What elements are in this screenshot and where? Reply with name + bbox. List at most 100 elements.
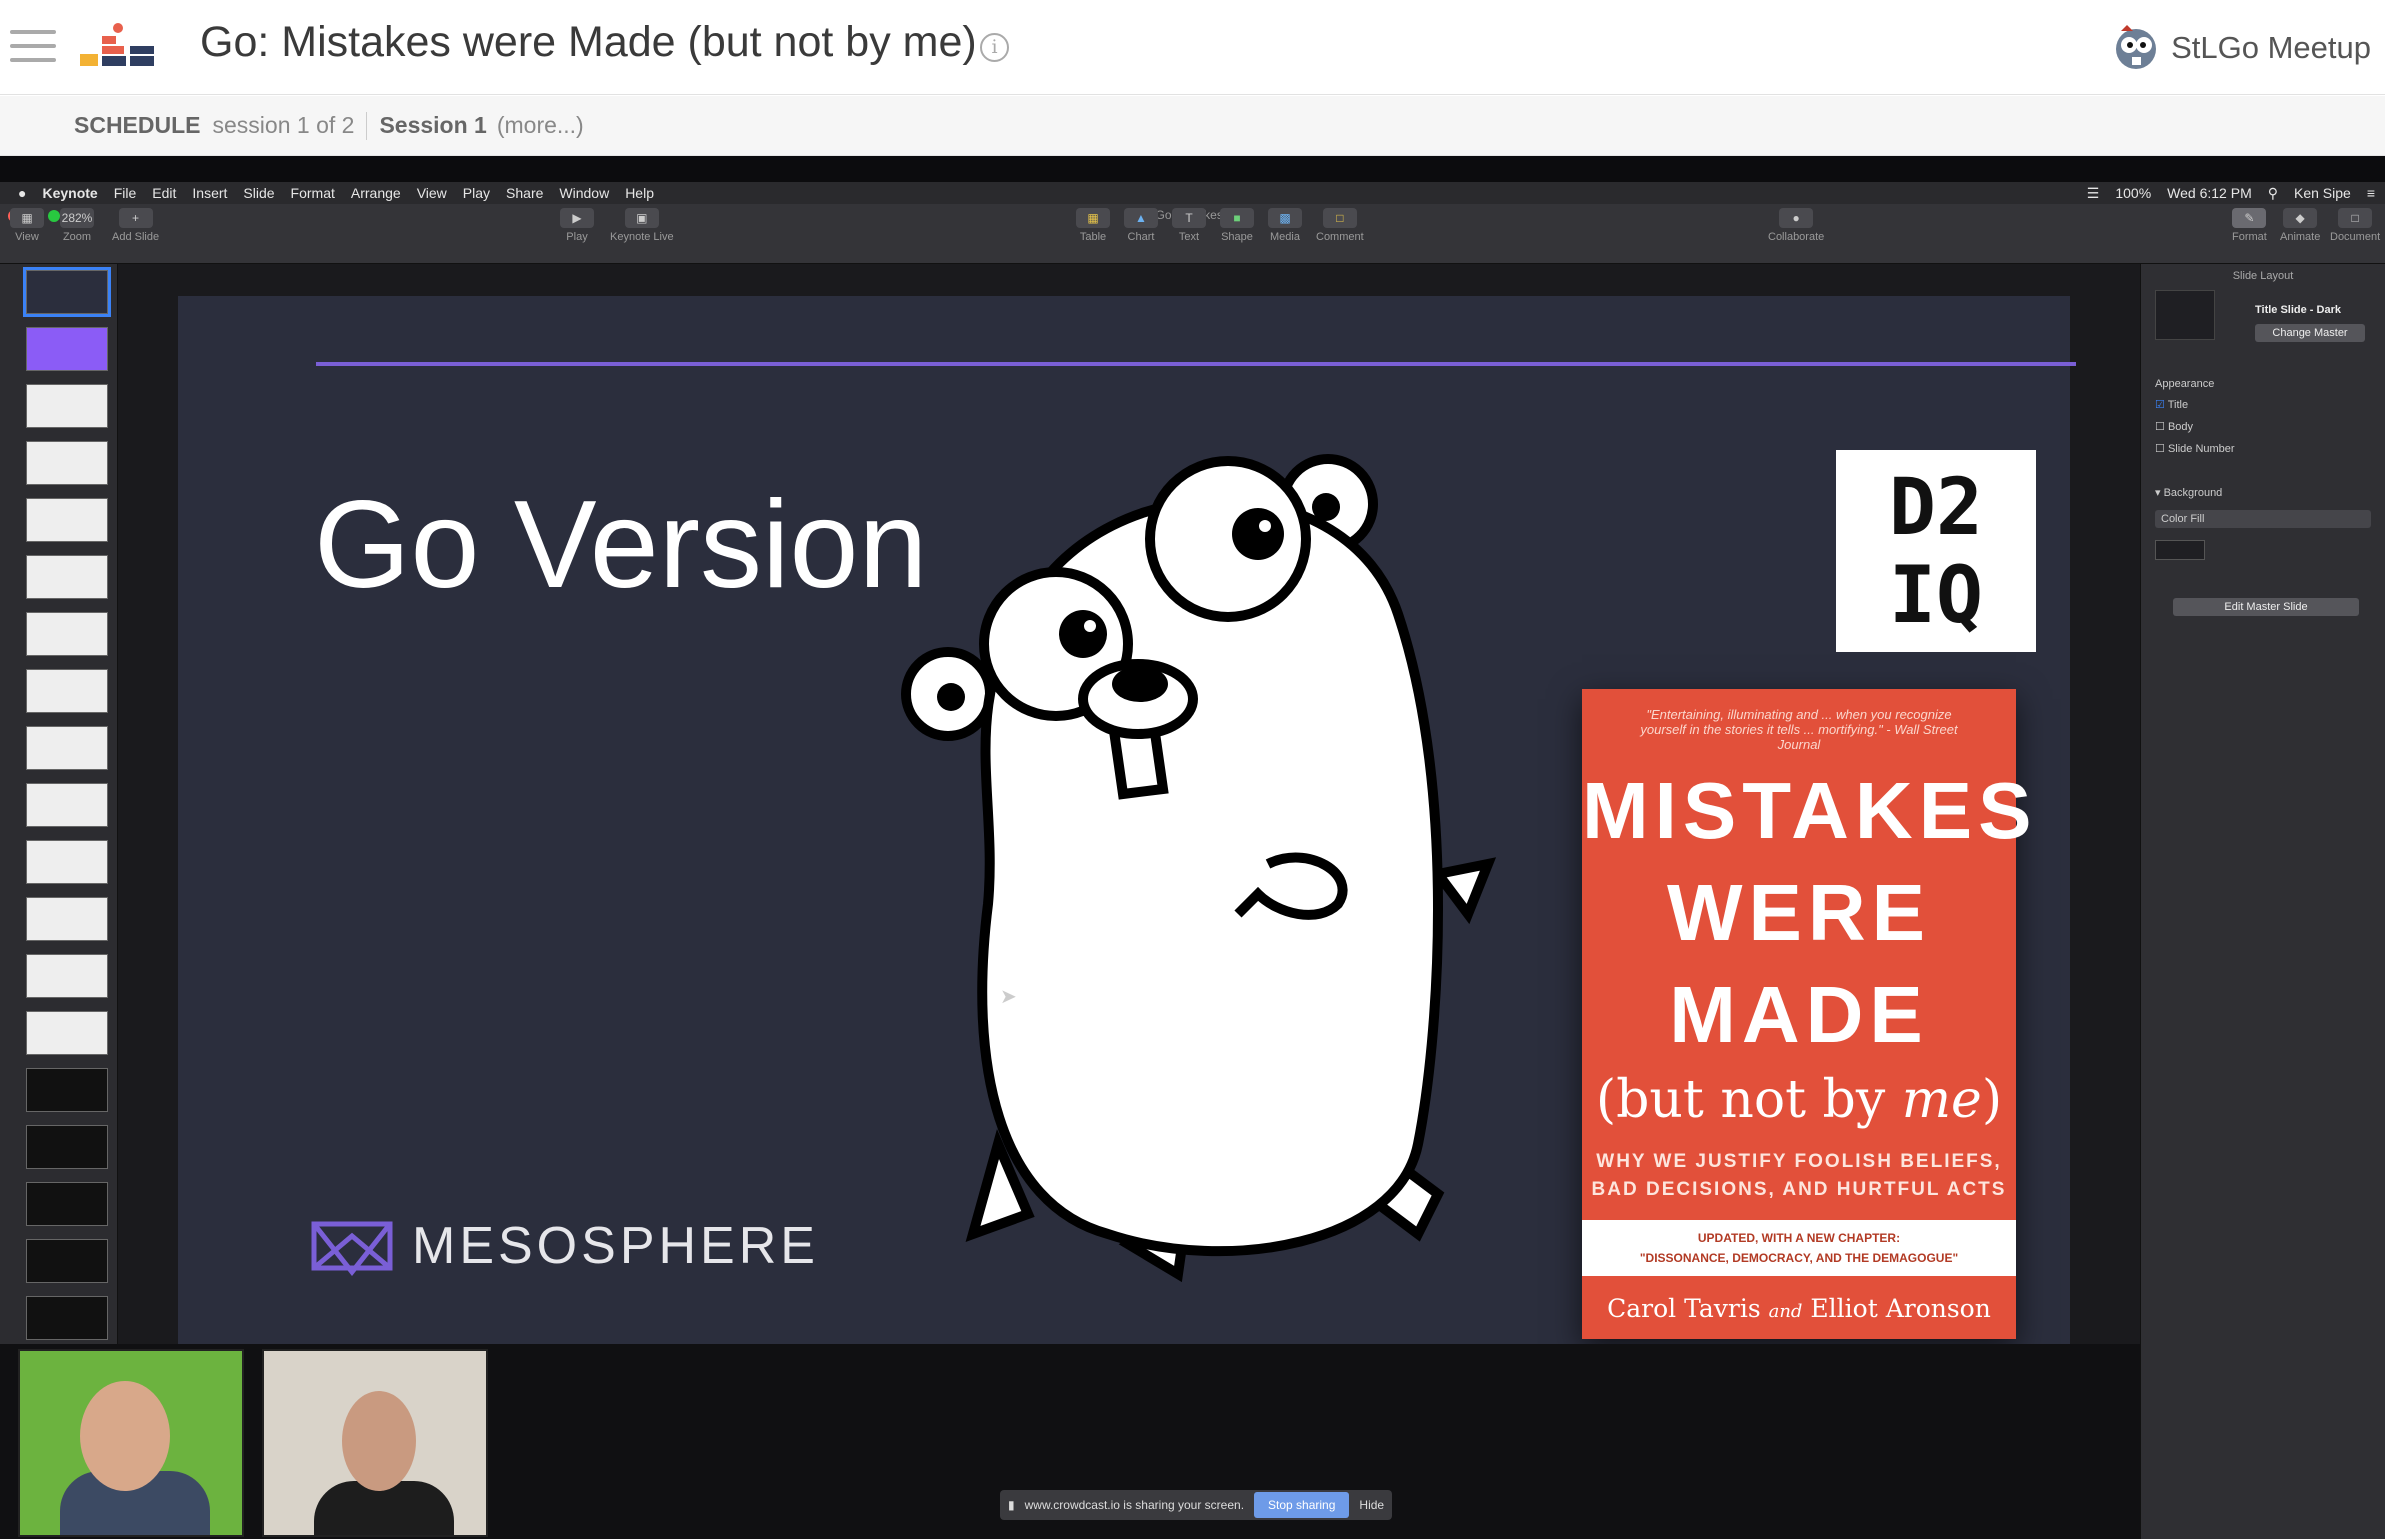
media-button[interactable]: ▩ Media (1268, 208, 1302, 243)
zoom-control[interactable]: 282% Zoom (60, 208, 94, 243)
apple-icon[interactable]: ● (0, 185, 34, 201)
menu-play[interactable]: Play (455, 185, 498, 201)
participant-video-1[interactable] (18, 1349, 244, 1537)
change-master-button[interactable]: Change Master (2255, 324, 2365, 342)
shape-button[interactable]: ■ Shape (1220, 208, 1254, 243)
user-name[interactable]: Ken Sipe (2294, 185, 2351, 202)
wifi-icon[interactable]: ☰ (2087, 185, 2100, 202)
slide-thumbnail[interactable] (26, 1296, 108, 1340)
menu-app[interactable]: Keynote (34, 185, 105, 201)
slide-title: Go Version (314, 476, 928, 614)
participant-video-2[interactable] (262, 1349, 488, 1537)
slide-accent-line (316, 362, 2076, 366)
collaborate-button[interactable]: ● Collaborate (1768, 208, 1824, 243)
menu-file[interactable]: File (106, 185, 145, 201)
more-link[interactable]: (more...) (497, 112, 584, 139)
layout-name: Title Slide - Dark (2255, 304, 2341, 316)
menu-arrange[interactable]: Arrange (343, 185, 409, 201)
slide-thumbnail[interactable] (26, 954, 108, 998)
inspector-heading: Slide Layout (2232, 270, 2294, 282)
mouse-cursor-icon: ➤ (1000, 986, 1017, 1008)
mac-menu-bar: ● Keynote File Edit Insert Slide Format … (0, 182, 2385, 204)
book-blurb: "Entertaining, illuminating and ... when… (1640, 707, 1958, 752)
edit-master-slide-button[interactable]: Edit Master Slide (2173, 598, 2359, 616)
book-tagline: WHY WE JUSTIFY FOOLISH BELIEFS, BAD DECIS… (1591, 1151, 2007, 1200)
schedule-bar: SCHEDULE session 1 of 2 Session 1 (more.… (0, 96, 2385, 156)
clock[interactable]: Wed 6:12 PM (2167, 185, 2252, 202)
slide-thumbnail[interactable] (26, 726, 108, 770)
chart-button[interactable]: ▲ Chart (1124, 208, 1158, 243)
menu-slide[interactable]: Slide (235, 185, 282, 201)
slide-thumbnail[interactable] (26, 498, 108, 542)
slide-thumbnail[interactable] (26, 1068, 108, 1112)
keynote-toolbar: Go-Mistakes2 ▦View 282%Zoom +Add Slide ▶… (0, 204, 2385, 264)
animate-tab[interactable]: ◆ Animate (2280, 208, 2320, 243)
current-slide[interactable]: Go Version D2 IQ "Entertaining, illumina… (178, 296, 2076, 1352)
add-slide-button[interactable]: + Add Slide (112, 208, 159, 243)
fill-type-select[interactable]: Color Fill (2155, 510, 2371, 528)
crowdcast-logo[interactable] (78, 22, 158, 75)
menu-window[interactable]: Window (551, 185, 617, 201)
page-title: Go: Mistakes were Made (but not by me) (200, 18, 977, 66)
slide-thumbnail[interactable] (26, 441, 108, 485)
menu-edit[interactable]: Edit (144, 185, 184, 201)
table-button[interactable]: ▦ Table (1076, 208, 1110, 243)
host-avatar (2116, 25, 2157, 69)
document-tab[interactable]: □ Document (2330, 208, 2380, 243)
participant-1-head (80, 1381, 170, 1491)
book-update-band: UPDATED, WITH A NEW CHAPTER: "DISSONANCE,… (1582, 1220, 2016, 1276)
slide-thumbnail[interactable] (26, 1125, 108, 1169)
book-title-line-3: MADE (1669, 970, 1929, 1059)
play-button[interactable]: ▶ Play (560, 208, 594, 243)
stop-sharing-button[interactable]: Stop sharing (1254, 1492, 1350, 1518)
comment-button[interactable]: □ Comment (1316, 208, 1364, 243)
session-name[interactable]: Session 1 (379, 112, 486, 139)
slide-thumbnail[interactable] (26, 669, 108, 713)
slide-thumbnail[interactable] (26, 327, 108, 371)
slide-thumbnail[interactable] (26, 612, 108, 656)
chevron-down-icon[interactable]: ▾ (2155, 487, 2161, 499)
title-checkbox[interactable]: ☑ Title (2155, 398, 2188, 411)
format-inspector: Slide Layout Title Slide - Dark Change M… (2140, 264, 2385, 1539)
slide-thumbnail[interactable] (26, 1182, 108, 1226)
slide-thumbnail[interactable] (26, 555, 108, 599)
slide-thumbnail[interactable] (26, 897, 108, 941)
color-well[interactable] (2155, 540, 2205, 560)
view-button[interactable]: ▦ View (10, 208, 44, 243)
notification-icon[interactable]: ≡ (2367, 185, 2375, 202)
book-title-line-2: WERE (1667, 868, 1931, 957)
slide-canvas: Go Version D2 IQ "Entertaining, illumina… (118, 264, 2140, 1352)
slide-thumbnail[interactable] (26, 1011, 108, 1055)
slide-thumbnail[interactable] (26, 783, 108, 827)
session-count: session 1 of 2 (212, 112, 355, 138)
slide-thumbnail[interactable] (26, 384, 108, 428)
background-heading: ▾ Background (2155, 487, 2223, 499)
slide-thumbnail[interactable] (26, 1239, 108, 1283)
shared-screen: ● Keynote File Edit Insert Slide Format … (0, 182, 2385, 1539)
menu-view[interactable]: View (409, 185, 455, 201)
slide-thumbnail[interactable] (23, 267, 111, 317)
menu-format[interactable]: Format (283, 185, 343, 201)
info-icon[interactable]: i (980, 33, 1009, 62)
hamburger-menu-icon[interactable] (10, 30, 56, 62)
hide-button[interactable]: Hide (1359, 1498, 1384, 1512)
host-profile[interactable]: StLGo Meetup (2113, 18, 2371, 78)
d2iq-logo-top: D2 (1889, 463, 1983, 553)
search-icon[interactable]: ⚲ (2268, 185, 2278, 202)
menu-share[interactable]: Share (498, 185, 551, 201)
participant-2-head (342, 1391, 416, 1491)
layout-thumbnail[interactable] (2155, 290, 2215, 340)
menu-help[interactable]: Help (617, 185, 662, 201)
book-authors: Carol Tavris and Elliot Aronson (1607, 1294, 1991, 1323)
keynote-live-button[interactable]: ▣ Keynote Live (610, 208, 674, 243)
menu-insert[interactable]: Insert (184, 185, 235, 201)
body-checkbox[interactable]: ☐ Body (2155, 420, 2193, 433)
slide-number-checkbox[interactable]: ☐ Slide Number (2155, 442, 2235, 455)
text-button[interactable]: T Text (1172, 208, 1206, 243)
battery-status[interactable]: 100% (2115, 185, 2151, 202)
screen-share-stage: ● Keynote File Edit Insert Slide Format … (0, 156, 2385, 1539)
d2iq-logo-bottom: IQ (1889, 551, 1983, 641)
slide-thumbnail[interactable] (26, 840, 108, 884)
book-title-line-1: MISTAKES (1582, 766, 2038, 855)
format-tab[interactable]: ✎ Format (2232, 208, 2267, 243)
